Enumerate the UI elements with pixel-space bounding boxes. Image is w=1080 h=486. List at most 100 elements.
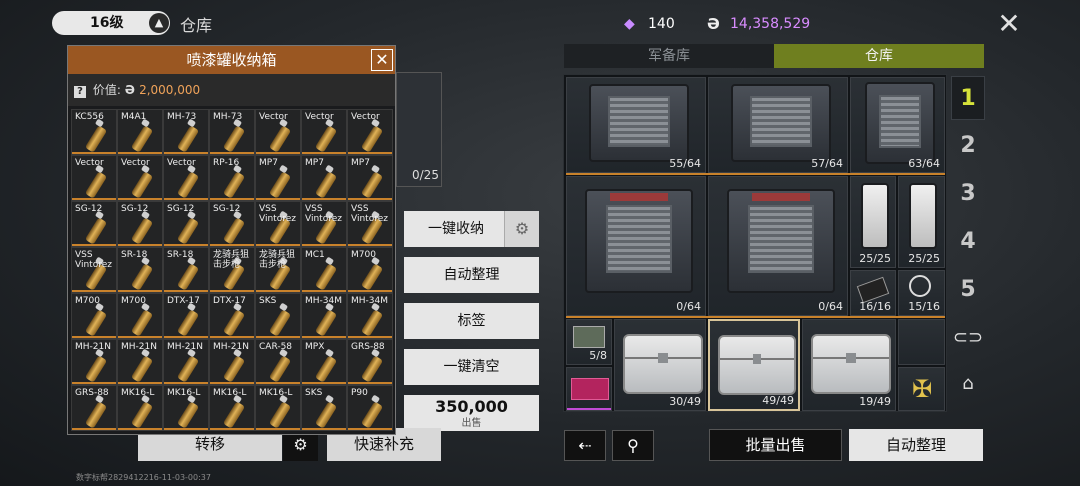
tab-warehouse[interactable]: 仓库 — [774, 44, 984, 68]
page-3[interactable]: 3 — [951, 172, 985, 216]
chest-icon — [623, 334, 703, 394]
crate-icon — [585, 189, 693, 293]
spray-can-item[interactable]: RP-16 — [209, 155, 255, 201]
spray-can-item[interactable]: SR-18 — [163, 247, 209, 293]
spray-can-item[interactable]: MK16-L — [163, 385, 209, 431]
storage-cell[interactable]: 25/25 — [898, 176, 945, 268]
spray-can-item[interactable]: P90 — [347, 385, 393, 431]
sell-button[interactable]: 350,000 出售 — [404, 395, 539, 431]
storage-cell[interactable] — [566, 367, 612, 411]
page-5[interactable]: 5 — [951, 268, 985, 312]
item-label: MK16-L — [259, 388, 293, 398]
storage-cell[interactable]: 57/64 — [708, 77, 848, 173]
clear-all-button[interactable]: 一键清空 — [404, 349, 539, 385]
spray-can-item[interactable]: VSS Vintorez — [347, 201, 393, 247]
storage-cell[interactable]: 19/49 — [802, 319, 896, 411]
close-icon[interactable]: ✕ — [371, 49, 393, 71]
spray-can-icon — [222, 309, 246, 337]
spray-can-icon — [130, 309, 154, 337]
spray-can-item[interactable]: SG-12 — [209, 201, 255, 247]
spray-can-item[interactable]: MK16-L — [117, 385, 163, 431]
spray-can-item[interactable]: MK16-L — [255, 385, 301, 431]
page-4[interactable]: 4 — [951, 220, 985, 264]
storage-cell[interactable]: 15/16 — [898, 270, 945, 316]
item-label: Vector — [167, 158, 196, 168]
spray-can-item[interactable]: GRS-88 — [347, 339, 393, 385]
tag-button[interactable]: 标签 — [404, 303, 539, 339]
spray-can-item[interactable]: MH-21N — [209, 339, 255, 385]
spray-can-item[interactable]: VSS Vintorez — [301, 201, 347, 247]
storage-cell[interactable]: 16/16 — [850, 270, 896, 316]
search-icon[interactable]: ⚲ — [612, 430, 654, 461]
spray-can-item[interactable]: 龙骑兵狙击步枪 — [255, 247, 301, 293]
sell-label: 出售 — [461, 418, 482, 429]
storage-cell[interactable]: 0/64 — [566, 176, 706, 316]
spray-can-item[interactable]: Vector — [347, 109, 393, 155]
batch-sell-button[interactable]: 批量出售 — [709, 429, 842, 461]
back-icon[interactable]: ⇠ — [564, 430, 606, 461]
spray-can-icon — [130, 355, 154, 383]
storage-cell[interactable]: 30/49 — [614, 319, 706, 411]
spray-can-item[interactable]: MC1 — [301, 247, 347, 293]
spray-can-item[interactable]: CAR-58 — [255, 339, 301, 385]
spray-can-item[interactable]: Vector — [163, 155, 209, 201]
spray-can-item[interactable]: MH-21N — [163, 339, 209, 385]
spray-can-item[interactable]: M700 — [71, 293, 117, 339]
spray-can-item[interactable]: MH-21N — [117, 339, 163, 385]
spray-can-item[interactable]: SKS — [301, 385, 347, 431]
spray-can-item[interactable]: DTX-17 — [163, 293, 209, 339]
spray-can-item[interactable]: SKS — [255, 293, 301, 339]
spray-can-item[interactable]: MP7 — [347, 155, 393, 201]
spray-can-item[interactable]: M700 — [347, 247, 393, 293]
spray-can-item[interactable]: MPX — [301, 339, 347, 385]
spray-can-item[interactable]: MH-21N — [71, 339, 117, 385]
auto-sort-button[interactable]: 自动整理 — [404, 257, 539, 293]
spray-can-item[interactable]: SG-12 — [163, 201, 209, 247]
page-1[interactable]: 1 — [951, 76, 985, 120]
arrow-up-icon[interactable]: ▲ — [149, 13, 169, 33]
spray-can-icon — [84, 125, 108, 153]
spray-can-item[interactable]: MH-34M — [301, 293, 347, 339]
medal-icon: ✠ — [911, 375, 933, 403]
storage-cell[interactable]: 63/64 — [850, 77, 945, 173]
page-2[interactable]: 2 — [951, 124, 985, 168]
auto-sort-button[interactable]: 自动整理 — [849, 429, 983, 461]
spray-can-item[interactable]: VSS Vintorez — [255, 201, 301, 247]
spray-can-item[interactable]: MH-73 — [209, 109, 255, 155]
spray-can-item[interactable]: MH-73 — [163, 109, 209, 155]
spray-can-item[interactable]: Vector — [301, 109, 347, 155]
spray-can-item[interactable]: VSS Vintorez — [71, 247, 117, 293]
info-icon[interactable]: ? — [74, 86, 86, 98]
crate-icon — [589, 84, 689, 162]
storage-cell[interactable]: 5/8 — [566, 319, 612, 365]
storage-cell-empty[interactable] — [898, 319, 945, 365]
storage-cell[interactable]: 25/25 — [850, 176, 896, 268]
item-label: VSS Vintorez — [305, 204, 342, 224]
storage-cell-selected[interactable]: 49/49 — [708, 319, 800, 411]
spray-can-item[interactable]: DTX-17 — [209, 293, 255, 339]
shop-icon[interactable]: ⌂ — [951, 364, 985, 404]
spray-can-item[interactable]: M4A1 — [117, 109, 163, 155]
spray-can-item[interactable]: Vector — [71, 155, 117, 201]
storage-cell[interactable]: 0/64 — [708, 176, 848, 316]
storage-cell[interactable]: ✠ — [898, 367, 945, 411]
close-icon[interactable]: ✕ — [994, 10, 1024, 40]
spray-can-item[interactable]: MP7 — [301, 155, 347, 201]
spray-can-item[interactable]: MK16-L — [209, 385, 255, 431]
toggle-icon[interactable]: ⊂⊃ — [951, 318, 985, 358]
storage-cell[interactable]: 55/64 — [566, 77, 706, 173]
spray-can-item[interactable]: M700 — [117, 293, 163, 339]
spray-can-item[interactable]: Vector — [255, 109, 301, 155]
spray-can-item[interactable]: SR-18 — [117, 247, 163, 293]
spray-can-item[interactable]: MH-34M — [347, 293, 393, 339]
spray-can-item[interactable]: GRS-88 — [71, 385, 117, 431]
spray-can-item[interactable]: Vector — [117, 155, 163, 201]
gear-icon[interactable]: ⚙ — [504, 211, 539, 247]
spray-can-item[interactable]: MP7 — [255, 155, 301, 201]
spray-can-item[interactable]: SG-12 — [71, 201, 117, 247]
coin-icon: Ә — [707, 15, 720, 33]
tab-armory[interactable]: 军备库 — [564, 44, 774, 68]
spray-can-item[interactable]: 龙骑兵狙击步枪 — [209, 247, 255, 293]
spray-can-item[interactable]: SG-12 — [117, 201, 163, 247]
spray-can-item[interactable]: KC556 — [71, 109, 117, 155]
